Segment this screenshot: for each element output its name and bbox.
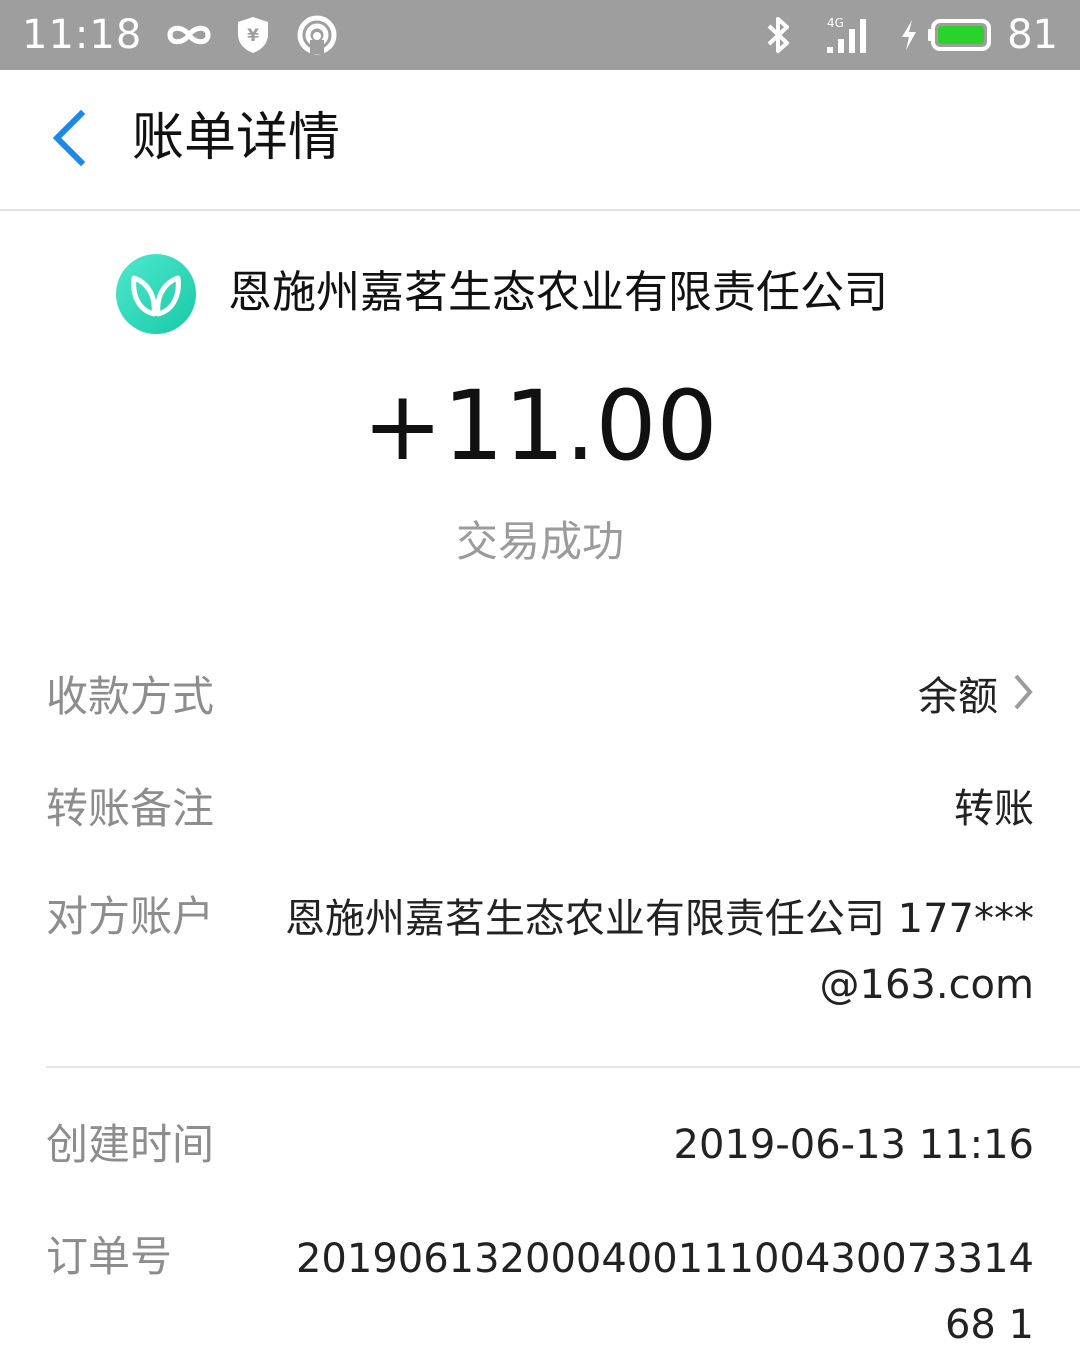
remark-label: 转账备注 [46, 784, 215, 833]
chevron-right-icon [1012, 668, 1034, 730]
created-time-value: 2019-06-13 11:16 [673, 1122, 1034, 1168]
merchant-info: 恩施州嘉茗生态农业有限责任公司 [0, 250, 1080, 336]
payment-method-value: 余额 [918, 674, 998, 720]
remark-row: 转账备注 转账 [46, 778, 1034, 840]
status-time: 11:18 [22, 12, 143, 58]
transaction-status: 交易成功 [455, 517, 624, 566]
signal-4g-icon: 4G [825, 15, 873, 55]
status-bar-right: 4G 81 [761, 0, 1058, 70]
shield-yuan-icon: ¥ [236, 15, 270, 55]
created-time-row: 创建时间 2019-06-13 11:16 [46, 1114, 1034, 1176]
merchant-name: 恩施州嘉茗生态农业有限责任公司 [228, 267, 888, 318]
battery-percent: 81 [1007, 12, 1058, 58]
svg-text:¥: ¥ [247, 26, 259, 46]
transaction-amount: +11.00 [362, 370, 718, 482]
payment-method-value-wrap: 余额 [918, 666, 1034, 730]
status-bar-left: 11:18 ¥ [22, 0, 338, 70]
bluetooth-icon [761, 15, 795, 55]
remark-value: 转账 [954, 786, 1034, 832]
created-time-label: 创建时间 [46, 1120, 215, 1169]
order-number-row: 订单号 2019061320004001110043007331468 1 [46, 1226, 1034, 1348]
order-number-label: 订单号 [46, 1232, 173, 1281]
page-title: 账单详情 [132, 108, 341, 168]
leaf-icon [116, 254, 196, 338]
counterparty-row: 对方账户 恩施州嘉茗生态农业有限责任公司 177***@163.com [46, 886, 1034, 1026]
back-button[interactable] [34, 100, 104, 180]
network-label: 4G [827, 16, 844, 30]
payment-method-row[interactable]: 收款方式 余额 [46, 666, 1034, 728]
order-number-value: 2019061320004001110043007331468 1 [295, 1236, 1034, 1348]
chevron-left-icon [49, 108, 89, 172]
app-header: 账单详情 [0, 70, 1080, 211]
infinity-icon [164, 20, 214, 50]
counterparty-label: 对方账户 [46, 892, 215, 941]
status-bar: 11:18 ¥ 4G 81 [0, 0, 1080, 70]
merchant-logo [116, 254, 196, 334]
counterparty-value: 恩施州嘉茗生态农业有限责任公司 177***@163.com [284, 896, 1034, 1008]
section-divider [46, 1066, 1080, 1068]
charging-bolt-icon [899, 18, 919, 52]
hotspot-icon [296, 14, 338, 56]
payment-method-label: 收款方式 [46, 672, 215, 721]
battery-icon [927, 18, 993, 52]
